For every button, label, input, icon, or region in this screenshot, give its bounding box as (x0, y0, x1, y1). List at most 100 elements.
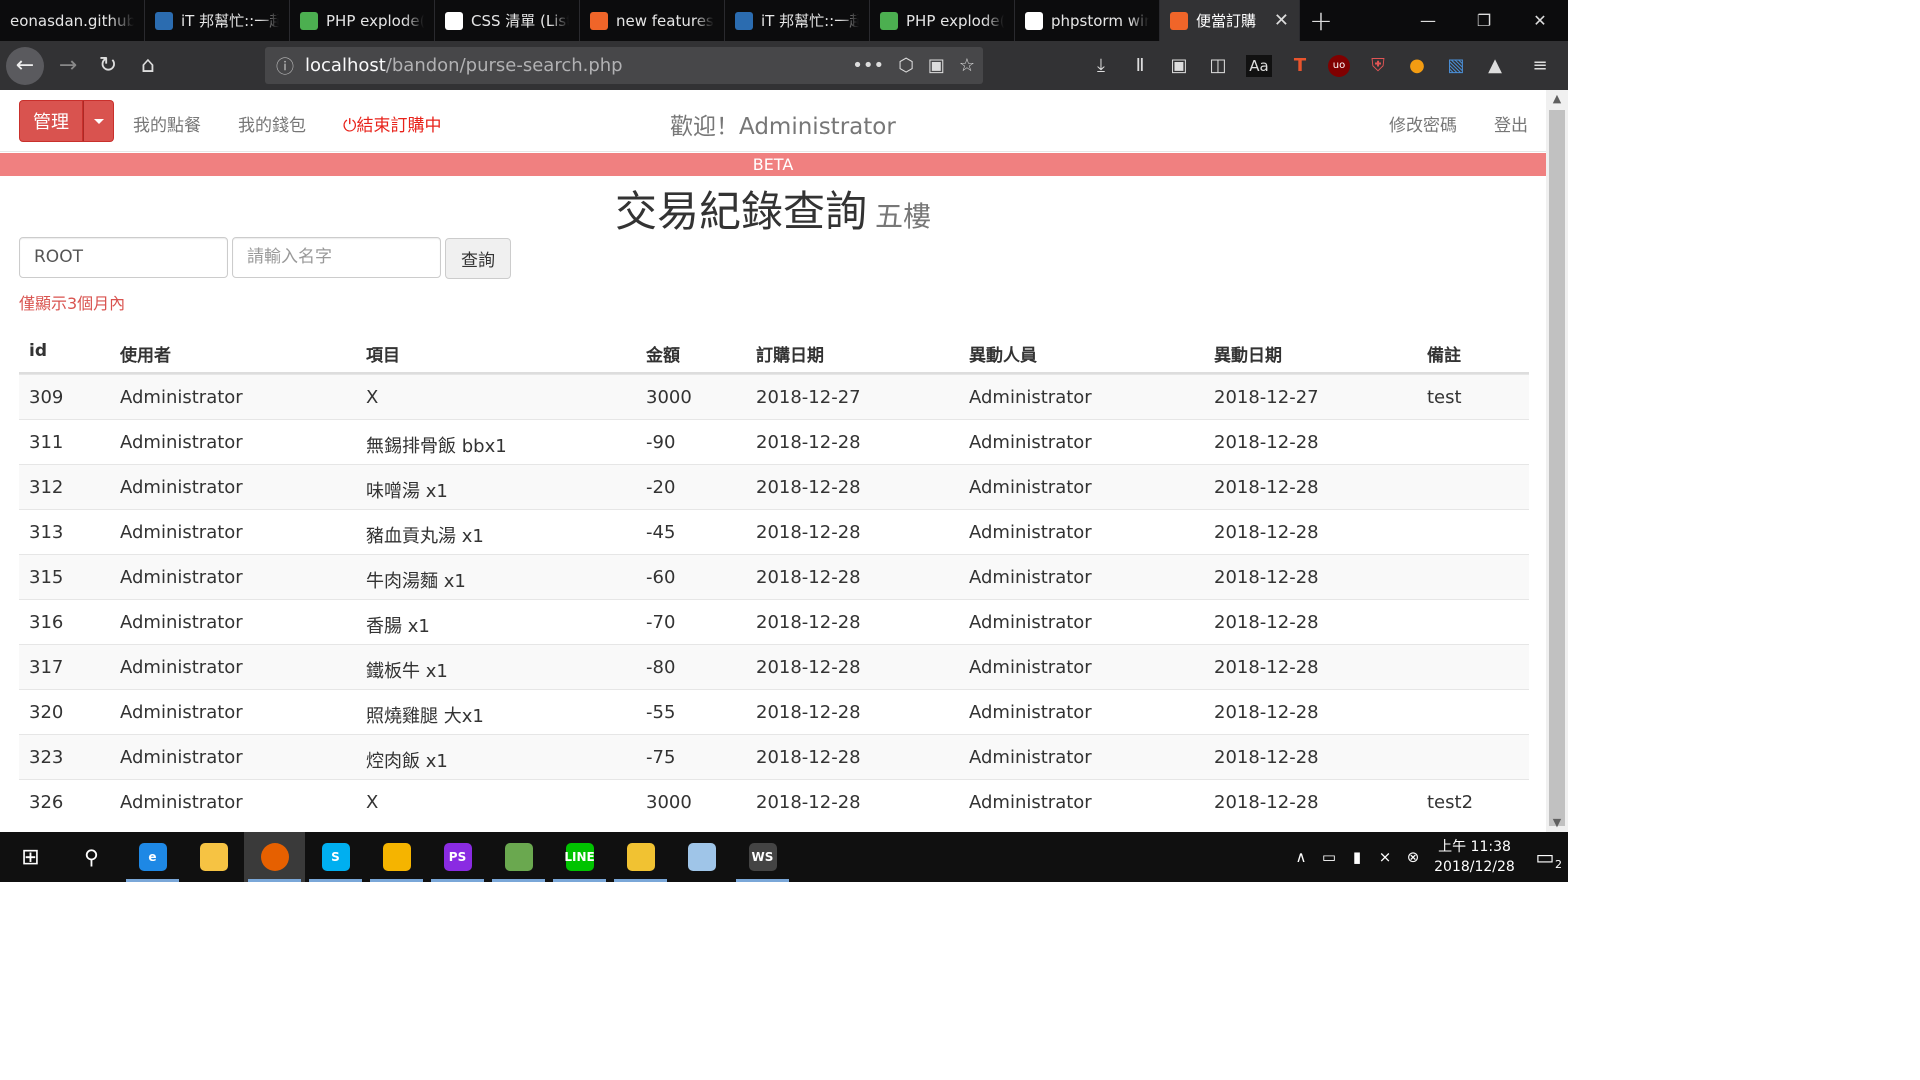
nav-my-orders[interactable]: 我的點餐 (133, 111, 201, 136)
close-tab-icon[interactable]: ✕ (1274, 10, 1289, 31)
table-cell: Administrator (969, 432, 1092, 453)
table-row: 313 Administrator 豬血貢丸湯 x1 -45 2018-12-28 Adm… (19, 509, 1529, 554)
taskbar-app[interactable]: WS (732, 832, 793, 882)
new-tab-button[interactable]: + (1300, 0, 1342, 41)
library-icon[interactable]: Ⅱ (1129, 55, 1151, 77)
taskbar-app[interactable]: e (122, 832, 183, 882)
column-header: 訂購日期 (756, 346, 824, 366)
taskbar-app[interactable]: PS (427, 832, 488, 882)
taskbar-app[interactable] (244, 832, 305, 882)
browser-tab[interactable]: CSS 清單 (List (435, 0, 580, 41)
taskbar-app[interactable]: S (305, 832, 366, 882)
nav-my-wallet[interactable]: 我的錢包 (238, 111, 306, 136)
start-button[interactable]: ⊞ (0, 832, 61, 882)
menu-icon[interactable]: ≡ (1529, 55, 1551, 77)
network-icon[interactable]: ▭ (1315, 848, 1343, 866)
scroll-up-icon[interactable]: ▲ (1546, 90, 1568, 108)
ithome-icon (735, 11, 753, 30)
table-cell: Administrator (120, 387, 243, 408)
site-info-icon[interactable]: ⓘ (265, 53, 305, 79)
search-button[interactable]: 查詢 (445, 238, 511, 279)
table-cell: -20 (646, 477, 676, 498)
browser-tab[interactable]: PHP explode( (870, 0, 1015, 41)
running-indicator (492, 879, 545, 882)
taskbar-app[interactable] (488, 832, 549, 882)
restore-button[interactable]: ❐ (1456, 0, 1512, 41)
table-cell: 309 (29, 387, 64, 408)
status-x-icon[interactable]: ⊗ (1399, 848, 1427, 866)
browser-tab[interactable]: PHP explode( (290, 0, 435, 41)
table-cell: 2018-12-28 (1214, 477, 1319, 498)
search-button[interactable]: ⚲ (61, 832, 122, 882)
taskbar-app[interactable]: LINE (549, 832, 610, 882)
system-tray: ∧ ▭ ▮ ⨯ ⊗ 上午 11:38 2018/12/28 ▭ 2 (1287, 832, 1568, 882)
forward-button[interactable]: → (48, 46, 88, 86)
running-indicator (126, 879, 179, 882)
minimize-button[interactable]: — (1400, 0, 1456, 41)
table-cell: 323 (29, 747, 64, 768)
manage-button[interactable]: 管理 (19, 100, 83, 142)
column-header: 異動人員 (969, 346, 1037, 366)
table-cell: 2018-12-28 (756, 747, 861, 768)
nav-change-password[interactable]: 修改密碼 (1389, 111, 1457, 136)
nav-stop-ordering[interactable]: ⏻結束訂購中 (343, 111, 441, 136)
nav-logout[interactable]: 登出 (1494, 111, 1528, 136)
back-button[interactable]: ← (6, 46, 44, 85)
ublock-icon[interactable]: uo (1328, 54, 1350, 77)
action-center-button[interactable]: ▭ 2 (1522, 845, 1568, 871)
bookmark-star-icon[interactable]: ☆ (959, 55, 975, 76)
sidebar-icon[interactable]: ◫ (1207, 55, 1229, 77)
chevron-up-icon[interactable]: ∧ (1287, 848, 1315, 866)
table-cell: -75 (646, 747, 676, 768)
ie-icon: e (138, 843, 167, 871)
manage-caret-button[interactable] (83, 100, 114, 142)
group-select[interactable]: ROOT (19, 237, 228, 278)
welcome-message: 歡迎！Administrator (670, 114, 896, 140)
url-bar[interactable]: ⓘ localhost/bandon/purse-search.php ••• … (265, 47, 983, 84)
page-actions-icon[interactable]: ••• (852, 55, 884, 76)
table-cell: 2018-12-28 (1214, 432, 1319, 453)
table-cell: 2018-12-28 (756, 522, 861, 543)
extension-dot-icon[interactable]: ● (1406, 55, 1428, 77)
clock-date: 2018/12/28 (1434, 859, 1515, 875)
browser-tab[interactable]: new features (580, 0, 725, 41)
scroll-down-icon[interactable]: ▼ (1546, 814, 1568, 832)
font-size-icon[interactable]: Aa (1246, 54, 1272, 77)
volume-muted-icon[interactable]: ⨯ (1371, 848, 1399, 866)
battery-icon[interactable]: ▮ (1343, 848, 1371, 866)
table-cell: -45 (646, 522, 676, 543)
taskbar-app[interactable] (610, 832, 671, 882)
reload-button[interactable]: ↻ (88, 46, 128, 86)
privacy-shield-icon[interactable]: ⛨ (1367, 55, 1389, 77)
close-window-button[interactable]: ✕ (1512, 0, 1568, 41)
scrollbar-thumb[interactable] (1549, 110, 1565, 826)
w3-icon (300, 11, 318, 30)
browser-tab[interactable]: eonasdan.github (0, 0, 145, 41)
downloads-icon[interactable]: ⤓ (1090, 55, 1112, 77)
pocket-icon[interactable]: ⬡ (898, 55, 914, 76)
phpstorm-icon: PS (443, 843, 472, 871)
reader-view-icon[interactable]: ▣ (928, 55, 945, 76)
taskbar-app[interactable] (671, 832, 732, 882)
table-cell: 315 (29, 567, 64, 588)
browser-tab[interactable]: iT 邦幫忙::一起 (725, 0, 870, 41)
tab-title: PHP explode( (906, 11, 1004, 30)
browser-tab[interactable]: iT 邦幫忙::一起 (145, 0, 290, 41)
browser-tab[interactable]: phpstorm win (1015, 0, 1160, 41)
taskbar-app[interactable] (366, 832, 427, 882)
tab-title: iT 邦幫忙::一起 (761, 12, 859, 30)
home-button[interactable]: ⌂ (128, 46, 168, 86)
notification-count: 2 (1555, 858, 1562, 871)
table-cell: Administrator (969, 657, 1092, 678)
synced-tabs-icon[interactable]: ▣ (1168, 55, 1190, 77)
translate-extension-icon[interactable]: T (1289, 55, 1311, 77)
browser-tab[interactable]: 便當訂購 ✕ (1160, 0, 1300, 41)
page-scrollbar[interactable]: ▲ ▼ (1546, 90, 1568, 832)
screenshot-icon[interactable]: ▧ (1445, 55, 1467, 77)
manage-dropdown: 管理 (19, 100, 114, 142)
extension-car-icon[interactable]: ▲ (1484, 55, 1506, 77)
name-search-input[interactable]: 請輸入名字 (232, 237, 441, 278)
system-clock[interactable]: 上午 11:38 2018/12/28 (1427, 837, 1522, 877)
table-cell: 313 (29, 522, 64, 543)
taskbar-app[interactable] (183, 832, 244, 882)
